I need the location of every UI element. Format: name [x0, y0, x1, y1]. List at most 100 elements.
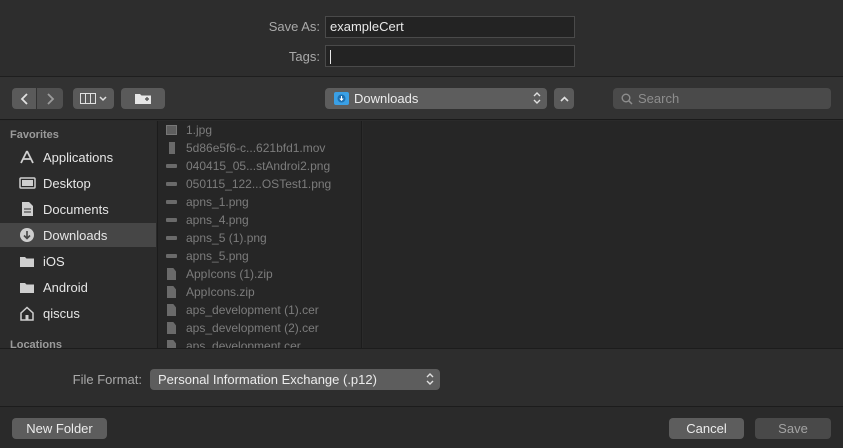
list-item[interactable]: 040415_05...stAndroi2.png [158, 157, 361, 175]
text-caret [330, 49, 331, 64]
sidebar-item-label: Applications [43, 149, 114, 165]
image-icon [165, 195, 178, 209]
file-name: apns_5 (1).png [186, 231, 267, 245]
downloads-folder-icon [334, 92, 349, 105]
desktop-icon [18, 175, 36, 191]
file-name: aps_development (1).cer [186, 303, 319, 317]
view-mode-button[interactable] [73, 88, 114, 109]
sidebar-item-documents[interactable]: Documents [0, 197, 156, 221]
tags-field[interactable] [325, 45, 575, 67]
sidebar-item-label: Android [43, 279, 88, 295]
new-folder-toolbar-button[interactable] [121, 88, 165, 109]
home-icon [18, 305, 36, 321]
save-as-label: Save As: [268, 19, 320, 34]
sidebar-item-label: Documents [43, 201, 109, 217]
list-item[interactable]: apns_1.png [158, 193, 361, 211]
search-icon [621, 93, 633, 105]
document-icon [165, 339, 178, 348]
sidebar-item-label: qiscus [43, 305, 80, 321]
list-item[interactable]: aps_development (2).cer [158, 319, 361, 337]
sidebar-item-downloads[interactable]: Downloads [0, 223, 156, 247]
file-name: 050115_122...OSTest1.png [186, 177, 332, 191]
new-folder-button[interactable]: New Folder [12, 418, 107, 439]
expand-collapse-button[interactable] [554, 88, 574, 109]
file-name: AppIcons.zip [186, 285, 255, 299]
preview-column[interactable] [363, 121, 843, 348]
locations-heading: Locations [10, 339, 62, 348]
folder-icon [18, 253, 36, 269]
movie-icon [165, 141, 178, 155]
sidebar-item-ios[interactable]: iOS [0, 249, 156, 273]
file-name: apns_5.png [186, 249, 249, 263]
sidebar-item-applications[interactable]: Applications [0, 145, 156, 169]
save-as-value: exampleCert [330, 19, 404, 34]
list-item[interactable]: aps_development (1).cer [158, 301, 361, 319]
list-item[interactable]: aps_development.cer [158, 337, 361, 348]
sidebar-item-android[interactable]: Android [0, 275, 156, 299]
updown-arrows-icon [426, 373, 434, 385]
cancel-button[interactable]: Cancel [669, 418, 744, 439]
file-format-value: Personal Information Exchange (.p12) [158, 372, 377, 387]
file-column[interactable]: 1.jpg 5d86e5f6-c...621bfd1.mov 040415_05… [157, 121, 362, 348]
search-placeholder: Search [638, 91, 680, 106]
favorites-heading: Favorites [10, 129, 59, 141]
save-header: Save As: exampleCert Tags: [0, 0, 843, 76]
sidebar-item-desktop[interactable]: Desktop [0, 171, 156, 195]
image-icon [165, 249, 178, 263]
chevron-left-icon [20, 92, 28, 105]
navigation-toolbar: Downloads Search [0, 76, 843, 120]
document-icon [165, 267, 178, 281]
forward-button[interactable] [37, 88, 63, 109]
list-item[interactable]: 050115_122...OSTest1.png [158, 175, 361, 193]
downloads-icon [18, 227, 36, 243]
list-item[interactable]: apns_4.png [158, 211, 361, 229]
list-item[interactable]: apns_5.png [158, 247, 361, 265]
file-name: 1.jpg [186, 123, 213, 137]
file-format-label: File Format: [72, 372, 142, 387]
sidebar: Favorites Applications Desktop Documents… [0, 121, 156, 348]
column-view-icon [80, 93, 96, 104]
sidebar-item-label: Desktop [43, 175, 91, 191]
document-icon [165, 321, 178, 335]
updown-arrows-icon [533, 92, 541, 104]
file-name: apns_1.png [186, 195, 249, 209]
sidebar-item-label: Downloads [43, 227, 108, 243]
location-popup[interactable]: Downloads [325, 88, 547, 109]
picture-icon [165, 123, 178, 137]
list-item[interactable]: AppIcons (1).zip [158, 265, 361, 283]
chevron-right-icon [46, 92, 54, 105]
file-name: AppIcons (1).zip [186, 267, 273, 281]
chevron-up-icon [559, 95, 569, 102]
image-icon [165, 159, 178, 173]
file-name: 040415_05...stAndroi2.png [186, 159, 331, 173]
image-icon [165, 177, 178, 191]
sidebar-item-qiscus[interactable]: qiscus [0, 301, 156, 325]
search-input[interactable]: Search [613, 88, 831, 109]
location-label: Downloads [354, 91, 419, 106]
sidebar-item-label: iOS [43, 253, 65, 269]
document-icon [165, 303, 178, 317]
list-item[interactable]: apns_5 (1).png [158, 229, 361, 247]
list-item[interactable]: 5d86e5f6-c...621bfd1.mov [158, 139, 361, 157]
file-name: aps_development.cer [186, 339, 301, 348]
save-button[interactable]: Save [755, 418, 831, 439]
folder-icon [18, 279, 36, 295]
file-name: apns_4.png [186, 213, 249, 227]
file-name: 5d86e5f6-c...621bfd1.mov [186, 141, 326, 155]
dialog-button-bar: New Folder Cancel Save [0, 406, 843, 448]
file-name: aps_development (2).cer [186, 321, 319, 335]
image-icon [165, 231, 178, 245]
file-format-popup[interactable]: Personal Information Exchange (.p12) [150, 369, 440, 390]
image-icon [165, 213, 178, 227]
applications-icon [18, 149, 36, 165]
chevron-down-icon [99, 95, 107, 101]
document-icon [165, 285, 178, 299]
folder-plus-icon [135, 94, 151, 104]
list-item[interactable]: AppIcons.zip [158, 283, 361, 301]
tags-label: Tags: [288, 49, 320, 64]
file-format-row: File Format: Personal Information Exchan… [0, 348, 843, 406]
documents-icon [18, 201, 36, 217]
save-as-field[interactable]: exampleCert [325, 16, 575, 38]
back-button[interactable] [12, 88, 36, 109]
list-item[interactable]: 1.jpg [158, 121, 361, 139]
